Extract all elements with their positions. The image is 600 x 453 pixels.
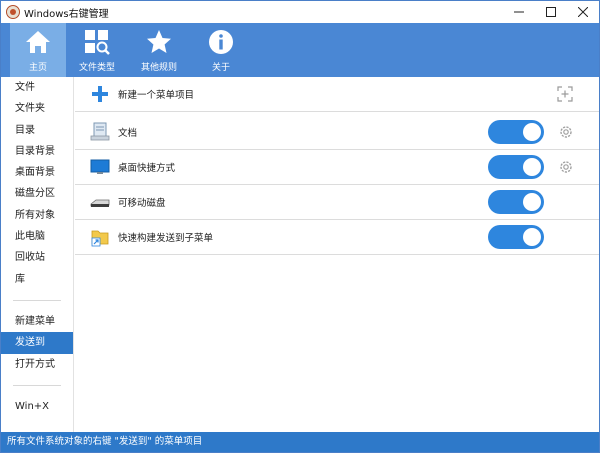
minimize-icon <box>514 11 524 13</box>
add-menu-item-button[interactable] <box>556 85 574 103</box>
star-icon <box>147 30 171 53</box>
menu-row-label: 桌面快捷方式 <box>118 163 176 174</box>
main-toolbar: 主页 文件类型 其他规则 关于 <box>1 23 599 77</box>
plus-icon <box>90 84 110 104</box>
toggle-switch[interactable] <box>488 120 544 144</box>
close-icon <box>578 7 588 17</box>
maximize-icon <box>546 7 556 17</box>
sidebar-item-win-x[interactable]: Win+X <box>1 396 73 417</box>
sidebar-item-new-menu[interactable]: 新建菜单 <box>1 311 73 332</box>
menu-row-removable-disk: 可移动磁盘 <box>75 185 599 220</box>
minimize-button[interactable] <box>503 1 535 23</box>
gear-icon[interactable] <box>558 124 574 140</box>
toolbar-home-label: 主页 <box>28 63 47 73</box>
window-title: Windows右键管理 <box>24 8 109 20</box>
sidebar-item-this-pc[interactable]: 此电脑 <box>1 226 73 247</box>
toggle-switch[interactable] <box>488 155 544 179</box>
removable-drive-icon <box>90 192 110 212</box>
sidebar-divider <box>13 299 61 301</box>
new-item-row[interactable]: 新建一个菜单项目 <box>75 77 599 112</box>
sidebar-item-recycle-bin[interactable]: 回收站 <box>1 247 73 268</box>
menu-row-desktop-shortcut: 桌面快捷方式 <box>75 150 599 185</box>
sidebar-item-directory-background[interactable]: 目录背景 <box>1 141 73 162</box>
toolbar-file-types[interactable]: 文件类型 <box>66 23 128 77</box>
window-controls <box>503 1 599 23</box>
content-panel: 新建一个菜单项目 文档 桌面快捷方式 可移动磁盘 快速构建发送到子菜单 <box>75 77 599 432</box>
add-target-icon <box>557 86 573 102</box>
app-window: Windows右键管理 主页 文件类型 其他规则 关于 文件 文件夹 目录 目录… <box>0 0 600 453</box>
sidebar-item-drive-partition[interactable]: 磁盘分区 <box>1 183 73 204</box>
sidebar-item-desktop-background[interactable]: 桌面背景 <box>1 162 73 183</box>
sidebar-item-library[interactable]: 库 <box>1 269 73 290</box>
toolbar-about-label: 关于 <box>211 63 230 73</box>
menu-row-label: 快速构建发送到子菜单 <box>118 233 214 244</box>
app-logo-icon <box>6 5 20 19</box>
home-icon <box>26 31 50 53</box>
sidebar-item-file[interactable]: 文件 <box>1 77 73 98</box>
new-item-label: 新建一个菜单项目 <box>118 90 195 101</box>
monitor-icon <box>90 157 110 177</box>
maximize-button[interactable] <box>535 1 567 23</box>
gear-icon[interactable] <box>558 159 574 175</box>
status-bar: 所有文件系统对象的右键 "发送到" 的菜单项目 <box>1 432 599 452</box>
sidebar-item-folder[interactable]: 文件夹 <box>1 98 73 119</box>
toggle-switch[interactable] <box>488 225 544 249</box>
close-button[interactable] <box>567 1 599 23</box>
sidebar: 文件 文件夹 目录 目录背景 桌面背景 磁盘分区 所有对象 此电脑 回收站 库 … <box>1 77 74 432</box>
toolbar-about[interactable]: 关于 <box>190 23 252 77</box>
toolbar-other-rules[interactable]: 其他规则 <box>128 23 190 77</box>
toggle-switch[interactable] <box>488 190 544 214</box>
sidebar-item-directory[interactable]: 目录 <box>1 120 73 141</box>
menu-row-quick-build: 快速构建发送到子菜单 <box>75 220 599 255</box>
menu-row-label: 可移动磁盘 <box>118 198 166 209</box>
sidebar-divider <box>13 384 61 386</box>
menu-row-label: 文档 <box>118 128 138 139</box>
sidebar-item-all-objects[interactable]: 所有对象 <box>1 205 73 226</box>
toolbar-home[interactable]: 主页 <box>10 23 66 77</box>
menu-row-documents: 文档 <box>75 115 599 150</box>
document-icon <box>90 122 110 142</box>
sidebar-item-open-with[interactable]: 打开方式 <box>1 354 73 375</box>
folder-shortcut-icon <box>90 227 110 247</box>
sidebar-item-send-to[interactable]: 发送到 <box>1 332 73 354</box>
toolbar-file-types-label: 文件类型 <box>78 63 115 73</box>
toolbar-other-rules-label: 其他规则 <box>140 63 177 73</box>
file-types-icon <box>85 30 110 55</box>
title-bar: Windows右键管理 <box>1 1 599 23</box>
info-icon <box>209 30 233 54</box>
